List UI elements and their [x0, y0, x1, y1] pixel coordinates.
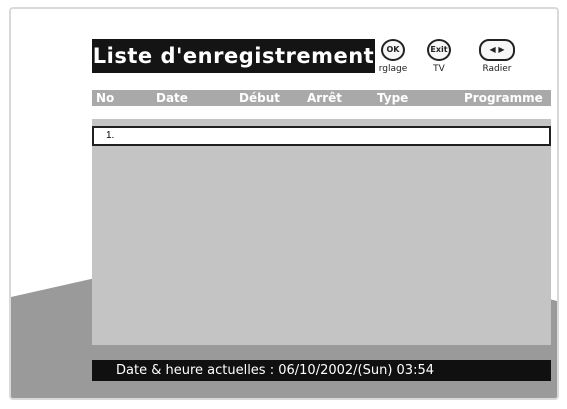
exit-hint-label: TV — [433, 64, 445, 74]
current-datetime: Date & heure actuelles : 06/10/2002/(Sun… — [116, 363, 435, 378]
recording-list: 1. — [92, 119, 551, 345]
tv-screen: Liste d'enregistrement OK rglage Exit TV… — [9, 7, 559, 400]
exit-button-icon: Exit — [427, 39, 451, 61]
left-right-arrows-icon: ◀ ▶ — [479, 39, 515, 61]
ok-hint-label: rglage — [378, 64, 408, 74]
status-bar: Date & heure actuelles : 06/10/2002/(Sun… — [92, 360, 551, 381]
col-no: No — [96, 91, 115, 105]
column-header: No Date Début Arrêt Type Programme — [92, 90, 551, 106]
col-type: Type — [377, 91, 409, 105]
exit-hint[interactable]: Exit TV — [422, 39, 456, 74]
page-title: Liste d'enregistrement — [92, 39, 375, 73]
col-debut: Début — [239, 91, 280, 105]
col-arret: Arrêt — [307, 91, 342, 105]
delete-hint-label: Radier — [482, 64, 512, 74]
list-item[interactable]: 1. — [92, 126, 551, 146]
col-programme: Programme — [464, 91, 543, 105]
ok-button-icon: OK — [381, 39, 405, 61]
ok-hint[interactable]: OK rglage — [376, 39, 410, 74]
col-date: Date — [156, 91, 188, 105]
delete-hint[interactable]: ◀ ▶ Radier — [474, 39, 520, 74]
row-number: 1. — [106, 130, 115, 141]
